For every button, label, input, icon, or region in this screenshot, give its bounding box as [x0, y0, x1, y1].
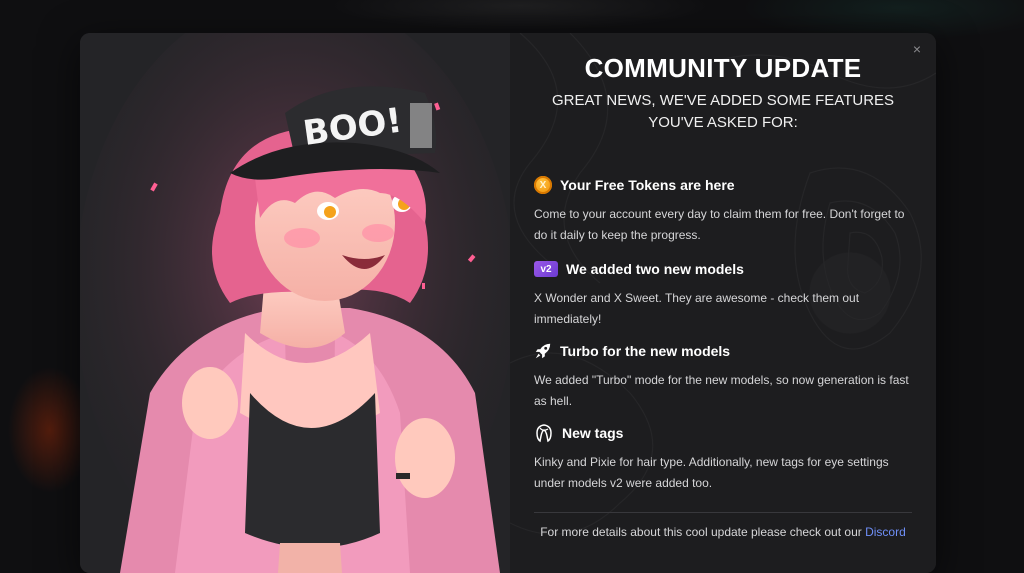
feature-title: New tags: [562, 425, 624, 441]
feature-turbo: Turbo for the new models We added "Turbo…: [534, 341, 912, 412]
footer-text: For more details about this cool update …: [540, 525, 866, 539]
feature-title: We added two new models: [566, 261, 744, 277]
divider: [534, 512, 912, 513]
character-illustration: BOO!: [80, 33, 510, 573]
token-coin-icon: X: [534, 176, 552, 194]
modal-title: COMMUNITY UPDATE: [584, 53, 862, 83]
rocket-icon: [535, 343, 551, 359]
feature-new-tags: New tags Kinky and Pixie for hair type. …: [534, 423, 912, 494]
feature-description: Kinky and Pixie for hair type. Additiona…: [534, 455, 889, 490]
feature-description: X Wonder and X Sweet. They are awesome -…: [534, 291, 860, 326]
update-modal: BOO! × COMMUNITY UPDATE GREAT NEWS, WE'V…: [80, 33, 936, 573]
update-content-panel: × COMMUNITY UPDATE GREAT NEWS, WE'VE ADD…: [510, 33, 936, 573]
footer-note: For more details about this cool update …: [510, 525, 936, 539]
feature-title: Turbo for the new models: [560, 343, 731, 359]
feature-description: Come to your account every day to claim …: [534, 207, 905, 242]
feature-title: Your Free Tokens are here: [560, 177, 735, 193]
v2-badge-icon: v2: [534, 261, 558, 277]
feature-new-models: v2 We added two new models X Wonder and …: [534, 259, 912, 330]
feature-free-tokens: X Your Free Tokens are here Come to your…: [534, 175, 912, 246]
hair-tag-icon: [536, 424, 552, 443]
illustration-panel: BOO!: [80, 33, 510, 573]
feature-description: We added "Turbo" mode for the new models…: [534, 373, 909, 408]
modal-subtitle: GREAT NEWS, WE'VE ADDED SOME FEATURES YO…: [551, 92, 895, 131]
discord-link[interactable]: Discord: [865, 525, 906, 539]
